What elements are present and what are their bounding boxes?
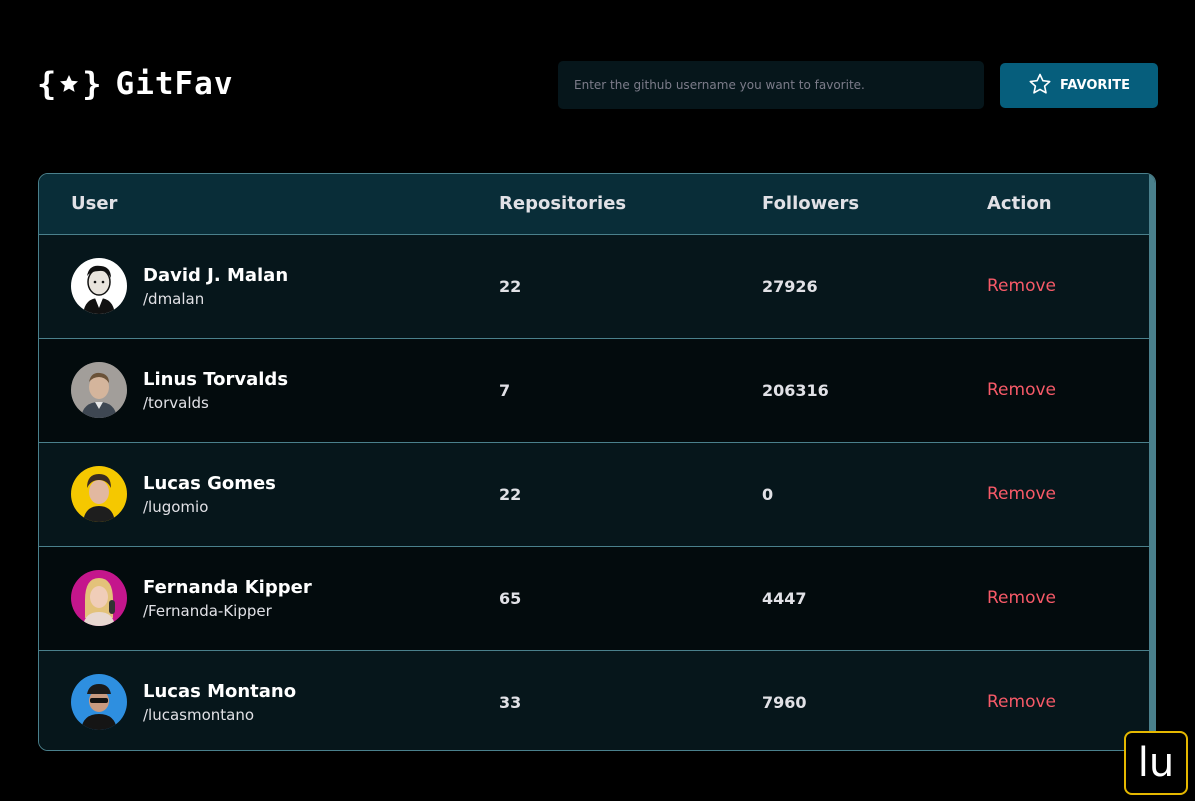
remove-button[interactable]: Remove [987,484,1056,504]
followers-cell: 4447 [762,546,987,651]
user-login: /lucasmontano [143,705,255,724]
avatar[interactable] [71,674,127,731]
avatar[interactable] [71,466,127,522]
avatar[interactable] [71,258,127,314]
action-cell: Remove [987,234,1150,339]
action-cell: Remove [987,442,1150,547]
header-followers: Followers [762,174,987,235]
remove-button[interactable]: Remove [987,380,1056,400]
user-name: Lucas Montano [143,680,297,702]
header: { } GitFav FAVORITE [0,0,1195,140]
remove-button[interactable]: Remove [987,276,1056,296]
action-cell: Remove [987,546,1150,651]
header-action: Action [987,174,1150,235]
repositories-cell: 33 [499,692,522,712]
remove-button[interactable]: Remove [987,692,1056,712]
followers-cell: 0 [762,442,987,547]
table-row: Fernanda Kipper /Fernanda-Kipper 65 4447… [39,546,1150,651]
user-login: /torvalds [143,393,209,412]
user-name: Fernanda Kipper [143,576,312,598]
repositories-cell: 65 [499,546,762,651]
lu-badge-logo: lu [1124,731,1188,795]
user-cell: Linus Torvalds /torvalds [39,338,499,443]
table-row: Linus Torvalds /torvalds 7 206316 Remove [39,338,1150,443]
avatar[interactable] [71,362,127,418]
followers-cell: 7960 [762,692,807,712]
user-cell: Lucas Montano /lucasmontano [39,650,499,750]
favorite-button-label: FAVORITE [1059,78,1131,93]
table-row: Lucas Gomes /lugomio 22 0 Remove [39,442,1150,547]
user-cell: Fernanda Kipper /Fernanda-Kipper [39,546,499,651]
app-title: GitFav [115,66,234,102]
header-user: User [39,174,499,235]
table-header-row: User Repositories Followers Action [39,174,1150,235]
repositories-cell: 22 [499,442,762,547]
logo-star-braces-icon: { } [37,65,102,103]
favorites-table: User Repositories Followers Action David… [38,173,1156,751]
followers-cell: 206316 [762,338,987,443]
header-repositories: Repositories [499,174,762,235]
user-name: Linus Torvalds [143,368,289,390]
table-row: Lucas Montano /lucasmontano 33 7960 Remo… [39,650,1150,750]
followers-cell: 27926 [762,234,987,339]
user-name: Lucas Gomes [143,472,276,494]
user-name: David J. Malan [143,264,289,286]
favorite-button[interactable]: FAVORITE [1000,63,1158,108]
user-login: /dmalan [143,289,205,308]
repositories-cell: 7 [499,338,762,443]
logo: { } GitFav [37,66,234,102]
action-cell: Remove [987,338,1150,443]
user-cell: David J. Malan /dmalan [39,234,499,339]
repositories-cell: 22 [499,234,762,339]
table-row: David J. Malan /dmalan 22 27926 Remove [39,234,1150,339]
star-outline-icon [1028,72,1052,100]
remove-button[interactable]: Remove [987,588,1056,608]
user-login: /lugomio [143,497,209,516]
avatar[interactable] [71,570,127,626]
search-input[interactable] [558,61,984,109]
user-cell: Lucas Gomes /lugomio [39,442,499,547]
user-login: /Fernanda-Kipper [143,601,272,620]
scrollbar[interactable] [1149,174,1155,750]
